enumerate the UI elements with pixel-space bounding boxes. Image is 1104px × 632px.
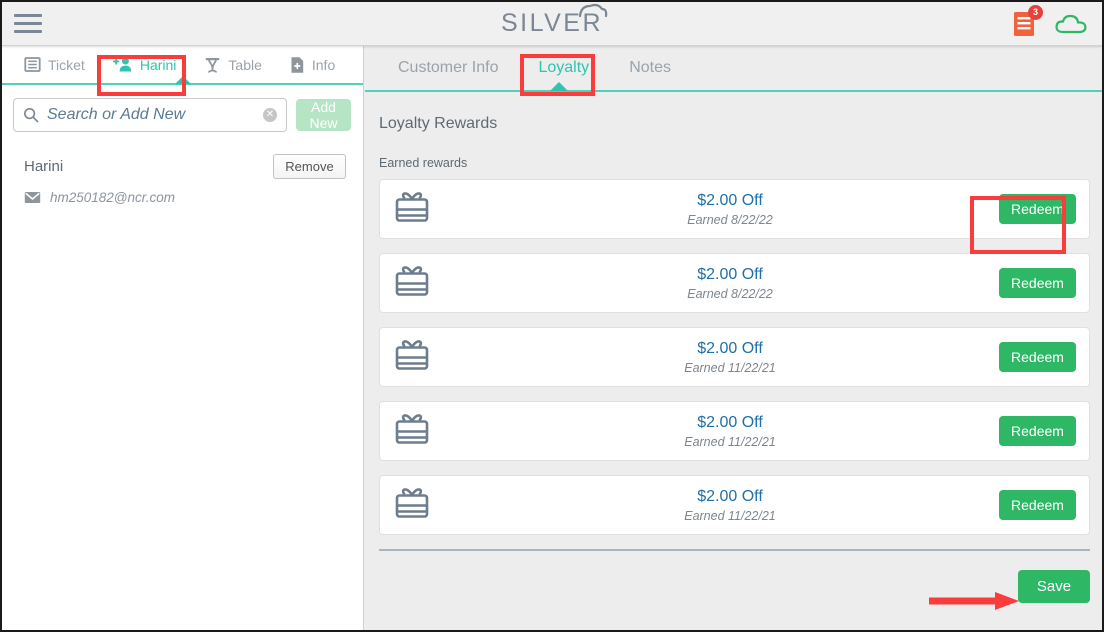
main-panel: Customer Info Loyalty Notes Loyalty Rewa…	[365, 46, 1102, 630]
redeem-button[interactable]: Redeem	[999, 194, 1076, 224]
tab-customer-info[interactable]: Customer Info	[378, 45, 518, 91]
left-panel: Ticket Harini Table Info Search or Add N…	[2, 46, 364, 630]
logo-text: SILVER	[500, 9, 604, 37]
reward-info: $2.00 Off Earned 11/22/21	[431, 340, 1089, 375]
reward-earned-date: Earned 8/22/22	[687, 212, 773, 227]
add-person-icon	[112, 57, 132, 72]
app-header: SILVER 3	[2, 2, 1102, 46]
add-new-button[interactable]: Add New	[296, 99, 351, 131]
customer-name: Harini	[24, 158, 64, 175]
left-panel-tabs: Ticket Harini Table Info	[2, 46, 363, 85]
customer-row: Harini Remove	[2, 132, 363, 179]
sidebar-tab-harini-label: Harini	[139, 56, 177, 73]
receipt-icon[interactable]: 3	[1012, 5, 1043, 38]
reward-info: $2.00 Off Earned 11/22/21	[431, 488, 1089, 523]
reward-card: $2.00 Off Earned 8/22/22 Redeem	[379, 179, 1090, 239]
main-tabs: Customer Info Loyalty Notes	[365, 46, 1102, 92]
rewards-list: $2.00 Off Earned 8/22/22 Redeem $2.00 Of…	[365, 170, 1102, 535]
sidebar-tab-ticket[interactable]: Ticket	[10, 45, 99, 84]
app-logo: SILVER	[2, 2, 1102, 45]
reward-card: $2.00 Off Earned 8/22/22 Redeem	[379, 253, 1090, 313]
active-tab-caret	[174, 76, 191, 84]
reward-earned-date: Earned 11/22/21	[684, 508, 776, 523]
reward-amount: $2.00 Off	[697, 265, 763, 283]
gift-card-icon	[395, 340, 429, 370]
reward-info: $2.00 Off Earned 8/22/22	[431, 266, 1089, 301]
search-input[interactable]	[47, 106, 255, 124]
sidebar-tab-info-label: Info	[311, 56, 336, 73]
reward-earned-date: Earned 11/22/21	[684, 434, 776, 449]
sidebar-tab-table-label: Table	[228, 56, 262, 73]
tab-notes[interactable]: Notes	[609, 45, 691, 91]
clear-search-icon[interactable]: ✕	[263, 108, 277, 122]
reward-earned-date: Earned 8/22/22	[687, 286, 773, 301]
gift-card-icon	[395, 488, 429, 518]
gift-card-icon	[395, 266, 429, 296]
reward-info: $2.00 Off Earned 11/22/21	[431, 414, 1089, 449]
remove-customer-button[interactable]: Remove	[273, 154, 346, 179]
cloud-icon[interactable]	[1054, 12, 1088, 36]
page-title: Loyalty Rewards	[379, 115, 498, 132]
envelope-icon	[24, 192, 41, 203]
ticket-lines-icon	[24, 57, 41, 72]
hamburger-menu-icon[interactable]	[14, 14, 42, 33]
search-icon	[23, 107, 39, 123]
earned-rewards-label: Earned rewards	[379, 156, 468, 170]
sidebar-tab-harini[interactable]: Harini	[99, 45, 191, 84]
redeem-button[interactable]: Redeem	[999, 416, 1076, 446]
receipt-badge-count: 3	[1028, 5, 1043, 20]
footer-actions: Save	[365, 551, 1102, 603]
redeem-button[interactable]: Redeem	[999, 268, 1076, 298]
gift-card-icon	[395, 414, 429, 444]
document-plus-icon	[291, 56, 304, 73]
reward-amount: $2.00 Off	[697, 191, 763, 209]
redeem-button[interactable]: Redeem	[999, 342, 1076, 372]
active-tab-caret	[550, 82, 568, 91]
reward-info: $2.00 Off Earned 8/22/22	[431, 192, 1089, 227]
sidebar-tab-ticket-label: Ticket	[48, 56, 85, 73]
header-actions: 3	[1012, 2, 1088, 46]
customer-email-row: hm250182@ncr.com	[2, 179, 363, 205]
reward-amount: $2.00 Off	[697, 487, 763, 505]
customer-email: hm250182@ncr.com	[50, 190, 176, 205]
reward-card: $2.00 Off Earned 11/22/21 Redeem	[379, 475, 1090, 535]
reward-card: $2.00 Off Earned 11/22/21 Redeem	[379, 327, 1090, 387]
sidebar-tab-info[interactable]: Info	[276, 45, 349, 84]
reward-earned-date: Earned 11/22/21	[684, 360, 776, 375]
gift-card-icon	[395, 192, 429, 222]
reward-card: $2.00 Off Earned 11/22/21 Redeem	[379, 401, 1090, 461]
table-icon	[206, 57, 220, 73]
reward-amount: $2.00 Off	[697, 413, 763, 431]
sidebar-tab-table[interactable]: Table	[190, 45, 275, 84]
cloud-arc-icon	[578, 3, 608, 18]
search-box[interactable]: ✕	[13, 98, 287, 132]
pos-application-window: SILVER 3 Ticket Harini Table Info Search…	[0, 0, 1104, 632]
search-row: ✕ Add New	[2, 85, 363, 132]
reward-amount: $2.00 Off	[697, 339, 763, 357]
redeem-button[interactable]: Redeem	[999, 490, 1076, 520]
save-button[interactable]: Save	[1018, 570, 1090, 603]
